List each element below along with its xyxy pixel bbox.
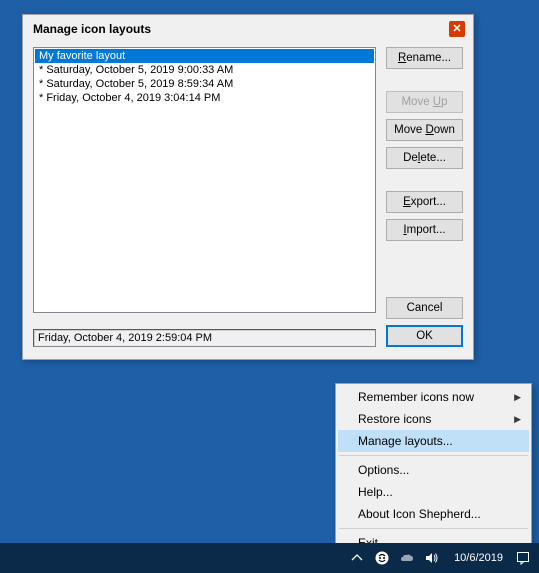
manage-icon-layouts-dialog: Manage icon layouts ✕ My favorite layout…: [22, 14, 474, 360]
move-up-button: Move Up: [386, 91, 463, 113]
volume-icon[interactable]: [424, 550, 440, 566]
menu-item[interactable]: Options...: [338, 459, 529, 481]
menu-item[interactable]: Help...: [338, 481, 529, 503]
menu-item[interactable]: Remember icons now ▶: [338, 386, 529, 408]
chevron-up-icon[interactable]: [349, 550, 365, 566]
chevron-right-icon: ▶: [514, 392, 521, 403]
taskbar: 10/6/2019: [0, 543, 539, 573]
notifications-icon[interactable]: [515, 550, 531, 566]
menu-item[interactable]: Manage layouts...: [338, 430, 529, 452]
layouts-listbox[interactable]: My favorite layout* Saturday, October 5,…: [33, 47, 376, 313]
close-icon[interactable]: ✕: [449, 21, 465, 37]
move-down-button[interactable]: Move Down: [386, 119, 463, 141]
import-button[interactable]: Import...: [386, 219, 463, 241]
menu-item-label: Options...: [358, 463, 409, 477]
list-item[interactable]: * Friday, October 4, 2019 3:04:14 PM: [35, 91, 374, 105]
dialog-title: Manage icon layouts: [33, 22, 449, 36]
menu-separator: [339, 528, 528, 529]
onedrive-icon[interactable]: [399, 550, 415, 566]
menu-item-label: Manage layouts...: [358, 434, 453, 448]
dialog-body: My favorite layout* Saturday, October 5,…: [23, 43, 473, 357]
cancel-button[interactable]: Cancel: [386, 297, 463, 319]
delete-button[interactable]: Delete...: [386, 147, 463, 169]
menu-separator: [339, 455, 528, 456]
titlebar: Manage icon layouts ✕: [23, 15, 473, 43]
app-tray-icon[interactable]: [374, 550, 390, 566]
left-column: My favorite layout* Saturday, October 5,…: [33, 47, 376, 347]
menu-item[interactable]: Restore icons ▶: [338, 408, 529, 430]
chevron-right-icon: ▶: [514, 414, 521, 425]
menu-item-label: Remember icons now: [358, 390, 474, 404]
list-item[interactable]: * Saturday, October 5, 2019 9:00:33 AM: [35, 63, 374, 77]
list-item[interactable]: My favorite layout: [35, 49, 374, 63]
tray-icons: [349, 550, 440, 566]
menu-item-label: Help...: [358, 485, 393, 499]
rename-button[interactable]: Rename...: [386, 47, 463, 69]
button-column: Rename... Move Up Move Down Delete... Ex…: [386, 47, 463, 347]
taskbar-date[interactable]: 10/6/2019: [454, 552, 503, 564]
menu-item[interactable]: About Icon Shepherd...: [338, 503, 529, 525]
list-item[interactable]: * Saturday, October 5, 2019 8:59:34 AM: [35, 77, 374, 91]
menu-item-label: Restore icons: [358, 412, 431, 426]
export-button[interactable]: Export...: [386, 191, 463, 213]
ok-button[interactable]: OK: [386, 325, 463, 347]
menu-item-label: About Icon Shepherd...: [358, 507, 481, 521]
status-field: Friday, October 4, 2019 2:59:04 PM: [33, 329, 376, 347]
tray-context-menu: Remember icons now ▶ Restore icons ▶ Manage …: [335, 383, 532, 557]
